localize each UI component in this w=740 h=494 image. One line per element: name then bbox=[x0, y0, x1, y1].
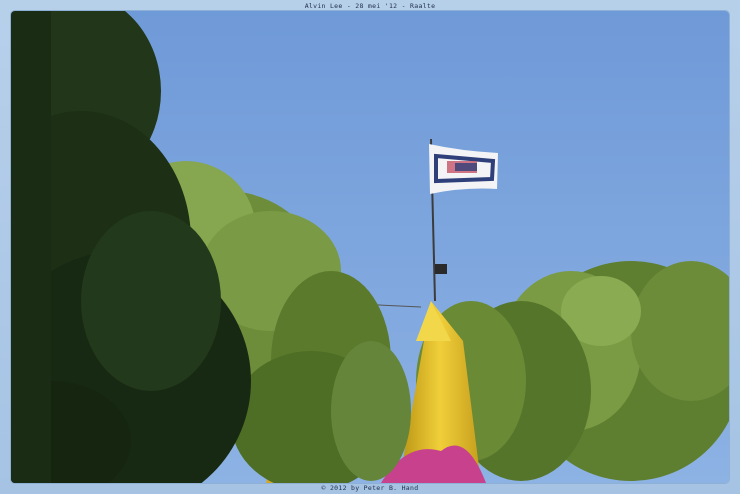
photo-frame: Alvin Lee - 28 mei '12 - Raalte © 2012 b… bbox=[0, 0, 740, 494]
photo-caption: Alvin Lee - 28 mei '12 - Raalte bbox=[304, 2, 436, 10]
photo bbox=[11, 11, 729, 483]
photo-scene bbox=[11, 11, 729, 483]
photo-credit: © 2012 by Peter B. Hand bbox=[321, 484, 419, 492]
